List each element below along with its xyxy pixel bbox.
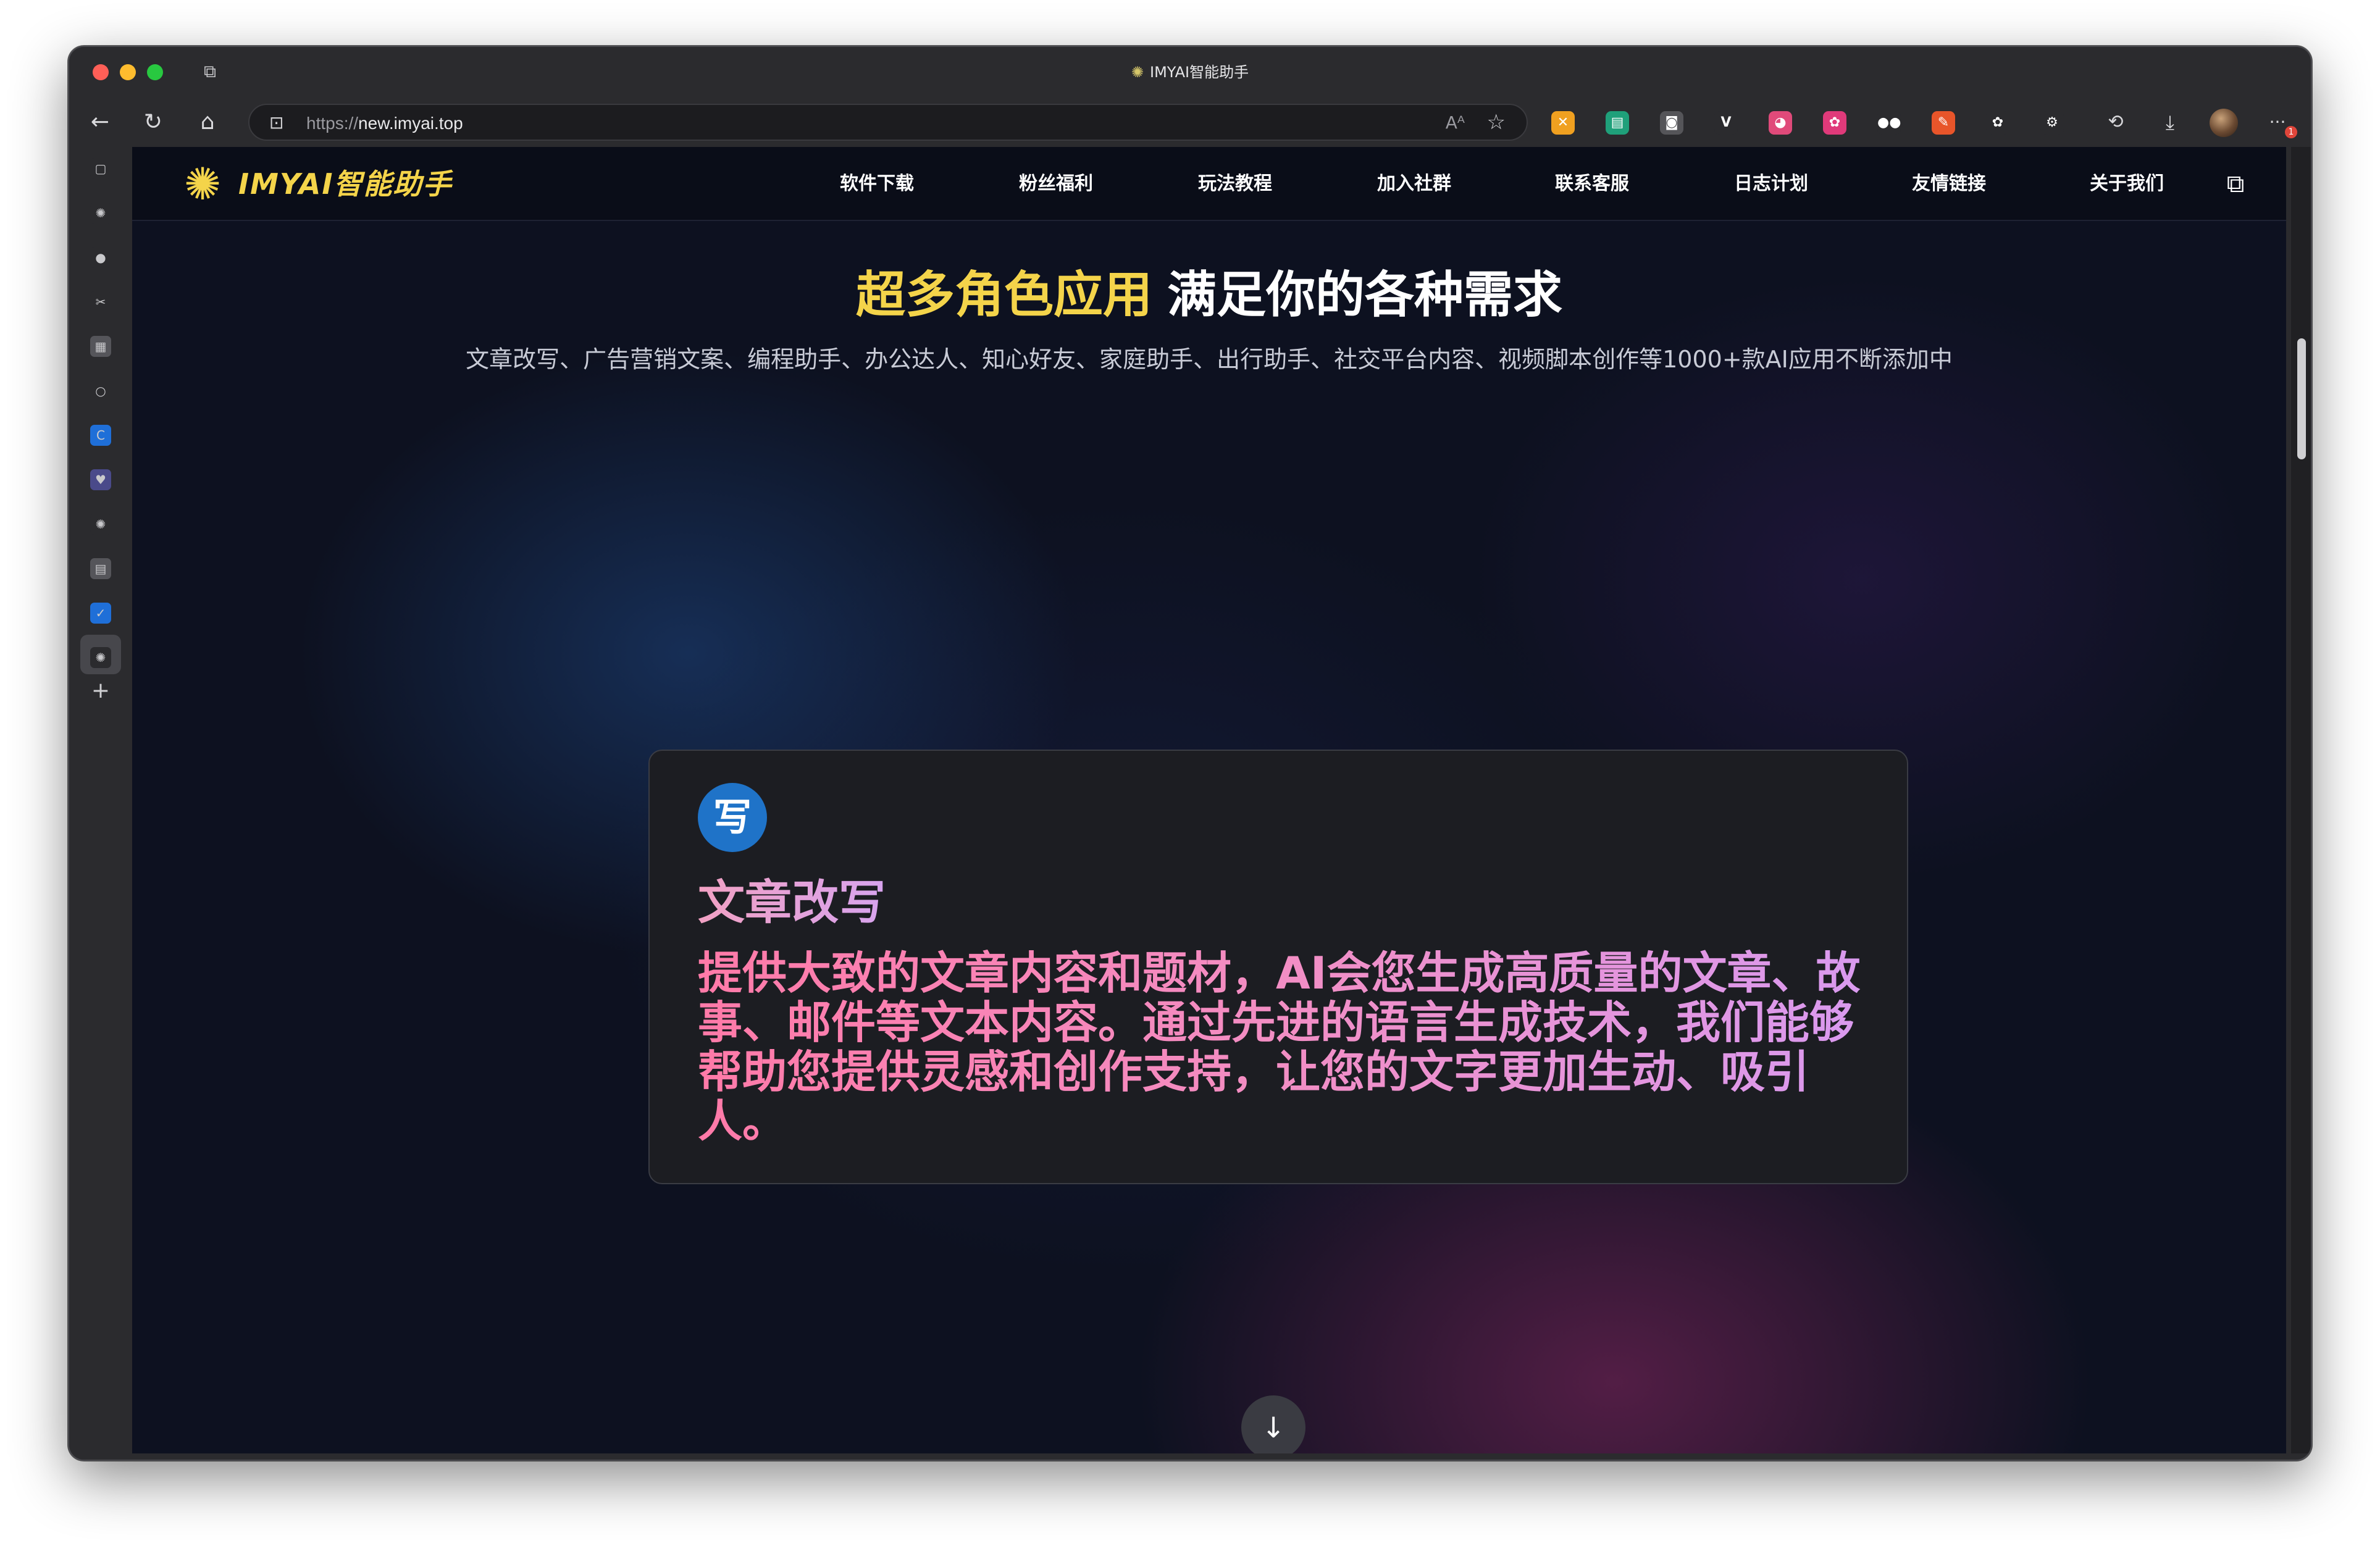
history-icon: ⟲ <box>2108 111 2124 133</box>
sidebar-tab-2-icon[interactable]: ● <box>90 247 111 268</box>
puzzle-extensions-icon[interactable]: ⚙ <box>2040 111 2064 135</box>
extension-3-icon[interactable]: ◙ <box>1660 111 1683 135</box>
downloads-button[interactable]: ⤓ <box>2153 105 2187 140</box>
browser-toolbar: ← ↻ ⌂ ⊡ https://new.imyai.top Aᴬ ☆ ✕ ▤ ◙ V ◕… <box>69 98 2311 147</box>
hero-title-rest: 满足你的各种需求 <box>1167 266 1562 324</box>
vue-devtools-icon[interactable]: V <box>1714 111 1738 135</box>
sidebar-tab-4-icon[interactable]: ▦ <box>90 336 111 357</box>
extension-1-icon[interactable]: ✕ <box>1551 111 1575 135</box>
history-button[interactable]: ⟲ <box>2098 105 2133 140</box>
nav-item-tutorials[interactable]: 玩法教程 <box>1198 172 1272 196</box>
nav-item-changelog[interactable]: 日志计划 <box>1734 172 1808 196</box>
home-icon: ⌂ <box>200 109 215 135</box>
window-title-text: IMYAI智能助手 <box>1150 64 1249 81</box>
title-bar: ⧉ ✺ IMYAI智能助手 <box>69 47 2311 98</box>
nav-item-fan-benefits[interactable]: 粉丝福利 <box>1019 172 1093 196</box>
read-aloud-icon[interactable]: Aᴬ <box>1446 111 1465 135</box>
hero-title-highlight: 超多角色应用 <box>856 266 1152 324</box>
extension-8-icon[interactable]: ✎ <box>1932 111 1955 135</box>
extension-5-icon[interactable]: ◕ <box>1769 111 1792 135</box>
sidebar-tab-openai-2-icon[interactable]: ✺ <box>90 514 111 535</box>
extension-9-icon[interactable]: ✿ <box>1986 111 2009 135</box>
profile-avatar[interactable] <box>2210 109 2238 137</box>
writing-app-icon: 写 <box>698 783 767 852</box>
copy-icon[interactable]: ⧉ <box>2221 169 2250 199</box>
app-feature-card[interactable]: 写 文章改写 提供大致的文章内容和题材，AI会您生成高质量的文章、故事、邮件等文… <box>648 750 1908 1184</box>
sidebar-tab-8-icon[interactable]: ▤ <box>90 558 111 579</box>
openai-logo-icon[interactable]: ✺ <box>178 159 227 209</box>
vertical-tabs-sidebar: ▢ ✺ ● ✂ ▦ ○ C ♥ ✺ ▤ ✓ ✺ + <box>69 147 132 1460</box>
hero-title: 超多角色应用 满足你的各种需求 <box>132 264 2286 326</box>
sidebar-tab-6-icon[interactable]: C <box>90 425 111 446</box>
sidebar-tab-openai-1-icon[interactable]: ✺ <box>90 203 111 224</box>
page-scrollbar[interactable] <box>2291 147 2311 1453</box>
url-text[interactable]: https://new.imyai.top <box>306 112 463 135</box>
sidebar-tab-5-icon[interactable]: ○ <box>90 380 111 401</box>
window-title: ✺ IMYAI智能助手 <box>69 62 2311 83</box>
browser-window: ⧉ ✺ IMYAI智能助手 ← ↻ ⌂ ⊡ https://new.imyai.t… <box>68 46 2312 1461</box>
download-icon: ⤓ <box>2165 111 2175 134</box>
scroll-down-button[interactable]: ↓ <box>1241 1395 1305 1453</box>
url-host: new.imyai.top <box>358 114 463 133</box>
nav-item-support[interactable]: 联系客服 <box>1555 172 1629 196</box>
medium-icon[interactable]: ●● <box>1877 111 1901 135</box>
site-navbar: ✺ IMYAI智能助手 软件下载 粉丝福利 玩法教程 加入社群 联系客服 日志计… <box>132 147 2286 221</box>
nav-item-about[interactable]: 关于我们 <box>2090 172 2164 196</box>
card-title: 文章改写 <box>698 872 886 934</box>
extension-6-icon[interactable]: ✿ <box>1823 111 1846 135</box>
url-protocol: https:// <box>306 114 359 133</box>
sidebar-tab-openai-active-icon[interactable]: ✺ <box>90 647 111 668</box>
site-logo-text[interactable]: IMYAI智能助手 <box>238 165 453 203</box>
sidebar-tab-9-icon[interactable]: ✓ <box>90 603 111 624</box>
address-bar[interactable]: ⊡ https://new.imyai.top Aᴬ ☆ <box>248 104 1528 141</box>
extension-2-icon[interactable]: ▤ <box>1606 111 1629 135</box>
back-arrow-icon: ← <box>90 109 110 135</box>
hero-subtitle: 文章改写、广告营销文案、编程助手、办公达人、知心好友、家庭助手、出行助手、社交平… <box>466 346 1953 373</box>
card-description: 提供大致的文章内容和题材，AI会您生成高质量的文章、故事、邮件等文本内容。通过先… <box>698 948 1871 1146</box>
new-tab-plus-icon[interactable]: + <box>90 680 111 702</box>
openai-knot-icon: ✺ <box>1131 64 1144 81</box>
nav-item-friend-links[interactable]: 友情链接 <box>1912 172 1986 196</box>
more-icon: ··· <box>2269 112 2286 132</box>
sidebar-tab-actions-icon[interactable]: ▢ <box>90 158 111 179</box>
nav-item-download[interactable]: 软件下载 <box>840 172 914 196</box>
web-page: ✺ IMYAI智能助手 软件下载 粉丝福利 玩法教程 加入社群 联系客服 日志计… <box>132 147 2286 1453</box>
favorite-star-icon[interactable]: ☆ <box>1487 110 1506 135</box>
lock-icon[interactable]: ⊡ <box>269 111 283 135</box>
scrollbar-thumb[interactable] <box>2297 338 2306 459</box>
home-button[interactable]: ⌂ <box>190 105 225 140</box>
reload-button[interactable]: ↻ <box>136 105 170 140</box>
reload-icon: ↻ <box>143 109 163 135</box>
sidebar-tab-7-icon[interactable]: ♥ <box>90 469 111 490</box>
notification-badge: 1 <box>2285 126 2297 138</box>
back-button[interactable]: ← <box>83 105 117 140</box>
arrow-down-icon: ↓ <box>1261 1411 1286 1444</box>
sidebar-tab-3-icon[interactable]: ✂ <box>90 291 111 312</box>
nav-item-community[interactable]: 加入社群 <box>1377 172 1451 196</box>
